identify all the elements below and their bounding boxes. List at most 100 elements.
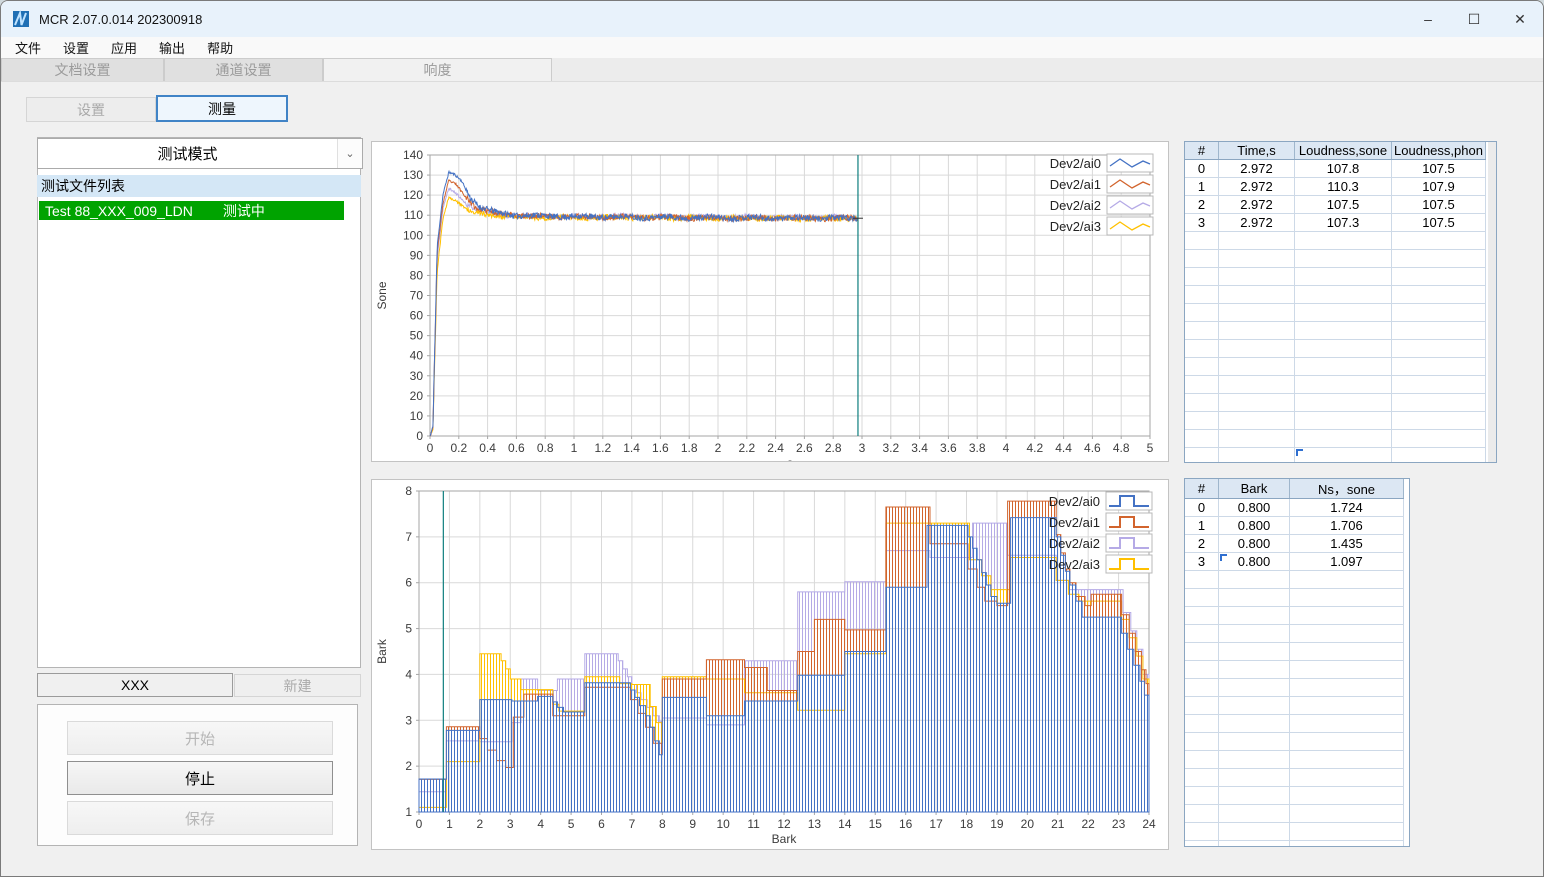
table-row[interactable]: 1 0.800 1.706	[1185, 516, 1404, 535]
table-cell[interactable]: 2	[1185, 195, 1219, 214]
table-cell[interactable]	[1294, 249, 1392, 268]
table-cell[interactable]: 0.800	[1218, 516, 1290, 535]
col-header-index[interactable]: #	[1185, 479, 1219, 499]
table-cell[interactable]: 107.5	[1391, 159, 1486, 178]
settings-button[interactable]: 设置	[26, 97, 156, 122]
table-row[interactable]: 0 0.800 1.724	[1185, 498, 1404, 517]
table-cell[interactable]	[1218, 447, 1295, 462]
chevron-down-icon[interactable]: ⌄	[337, 139, 362, 168]
table-cell[interactable]	[1218, 393, 1295, 412]
table-cell[interactable]: 0	[1185, 498, 1219, 517]
table-cell[interactable]: 1	[1185, 177, 1219, 196]
table-row[interactable]: 2 0.800 1.435	[1185, 534, 1404, 553]
table-cell[interactable]	[1185, 429, 1219, 448]
table-cell[interactable]	[1289, 714, 1404, 733]
table-row[interactable]	[1185, 768, 1404, 787]
table-cell[interactable]: 107.5	[1294, 195, 1392, 214]
table-cell[interactable]	[1185, 411, 1219, 430]
table-cell[interactable]	[1185, 231, 1219, 250]
table-row[interactable]	[1185, 249, 1486, 268]
table-cell[interactable]	[1185, 786, 1219, 805]
col-header-bark[interactable]: Bark	[1218, 479, 1290, 499]
table-row[interactable]	[1185, 822, 1404, 841]
table-cell[interactable]	[1218, 606, 1290, 625]
table-cell[interactable]	[1218, 411, 1295, 430]
col-header-loudness-phon[interactable]: Loudness,phon	[1391, 142, 1486, 160]
table-cell[interactable]	[1218, 321, 1295, 340]
menu-output[interactable]: 输出	[151, 36, 193, 59]
table-cell[interactable]	[1185, 249, 1219, 268]
menu-settings[interactable]: 设置	[55, 36, 97, 59]
table-cell[interactable]	[1218, 285, 1295, 304]
table-cell[interactable]: 110.3	[1294, 177, 1392, 196]
table-cell[interactable]	[1289, 642, 1404, 661]
table-cell[interactable]	[1218, 267, 1295, 286]
table-cell[interactable]	[1391, 231, 1486, 250]
table-row[interactable]	[1185, 570, 1404, 589]
table-cell[interactable]	[1185, 732, 1219, 751]
table-cell[interactable]: 1.435	[1289, 534, 1404, 553]
table-cell[interactable]	[1185, 393, 1219, 412]
table-row[interactable]	[1185, 429, 1486, 448]
table-cell[interactable]	[1391, 285, 1486, 304]
loudness-time-chart-svg[interactable]: 0 0.2 0.4 0.6 0.8 1 1.2 1.4 1.6 1.8 2 2.2 2.4 2.6 2.8 3…	[372, 142, 1168, 461]
table-cell[interactable]	[1289, 732, 1404, 751]
table-row[interactable]	[1185, 321, 1486, 340]
table-cell[interactable]: 1.706	[1289, 516, 1404, 535]
table-cell[interactable]	[1391, 357, 1486, 376]
table-cell[interactable]	[1218, 714, 1290, 733]
table-cell[interactable]	[1218, 804, 1290, 823]
table-row[interactable]	[1185, 606, 1404, 625]
table-cell[interactable]	[1294, 411, 1392, 430]
table-cell[interactable]	[1218, 357, 1295, 376]
table-cell[interactable]: 107.5	[1391, 213, 1486, 232]
table-cell[interactable]	[1294, 429, 1392, 448]
table-row[interactable]	[1185, 447, 1486, 462]
table-cell[interactable]	[1185, 303, 1219, 322]
menu-help[interactable]: 帮助	[199, 36, 241, 59]
table-cell[interactable]	[1289, 606, 1404, 625]
table-cell[interactable]	[1185, 822, 1219, 841]
table-cell[interactable]	[1218, 840, 1290, 846]
table-cell[interactable]	[1185, 696, 1219, 715]
table-row[interactable]	[1185, 231, 1486, 250]
table-row[interactable]	[1185, 411, 1486, 430]
table-cell[interactable]	[1294, 357, 1392, 376]
table-cell[interactable]: 1.724	[1289, 498, 1404, 517]
table-row[interactable]: 3 2.972 107.3 107.5	[1185, 213, 1486, 232]
table-cell[interactable]	[1289, 750, 1404, 769]
table-cell[interactable]: 3	[1185, 213, 1219, 232]
table-cell[interactable]	[1185, 660, 1219, 679]
table-row[interactable]	[1185, 624, 1404, 643]
new-button[interactable]: 新建	[234, 674, 361, 697]
table-cell[interactable]	[1391, 429, 1486, 448]
table-cell[interactable]	[1218, 249, 1295, 268]
table-row[interactable]: 0 2.972 107.8 107.5	[1185, 159, 1486, 178]
table-row[interactable]	[1185, 660, 1404, 679]
table-cell[interactable]	[1391, 411, 1486, 430]
specific-loudness-chart-svg[interactable]: 0 1 2 3 4 5 6 7 8 9 10 11 12 13 14 15 16 17 18 19 20 21 22 23 24…	[372, 480, 1168, 849]
table-cell[interactable]	[1289, 768, 1404, 787]
table-cell[interactable]	[1289, 786, 1404, 805]
table-cell[interactable]	[1218, 303, 1295, 322]
table-cell[interactable]	[1294, 303, 1392, 322]
table-row[interactable]	[1185, 840, 1404, 846]
table-row[interactable]	[1185, 804, 1404, 823]
table-cell[interactable]	[1289, 660, 1404, 679]
table-cell[interactable]	[1218, 678, 1290, 697]
table-cell[interactable]	[1294, 285, 1392, 304]
table-cell[interactable]	[1218, 570, 1290, 589]
table-row[interactable]	[1185, 375, 1486, 394]
table-cell[interactable]	[1294, 393, 1392, 412]
table-cell[interactable]	[1185, 750, 1219, 769]
table-cell[interactable]	[1185, 447, 1219, 462]
table-cell[interactable]	[1185, 624, 1219, 643]
table-cell[interactable]	[1185, 267, 1219, 286]
table-row[interactable]	[1185, 678, 1404, 697]
table-cell[interactable]	[1289, 840, 1404, 846]
col-header-index[interactable]: #	[1185, 142, 1219, 160]
table-cell[interactable]: 2.972	[1218, 159, 1295, 178]
xxx-button[interactable]: XXX	[37, 673, 233, 697]
tab-loudness[interactable]: 响度	[323, 58, 552, 81]
table-cell[interactable]	[1185, 339, 1219, 358]
